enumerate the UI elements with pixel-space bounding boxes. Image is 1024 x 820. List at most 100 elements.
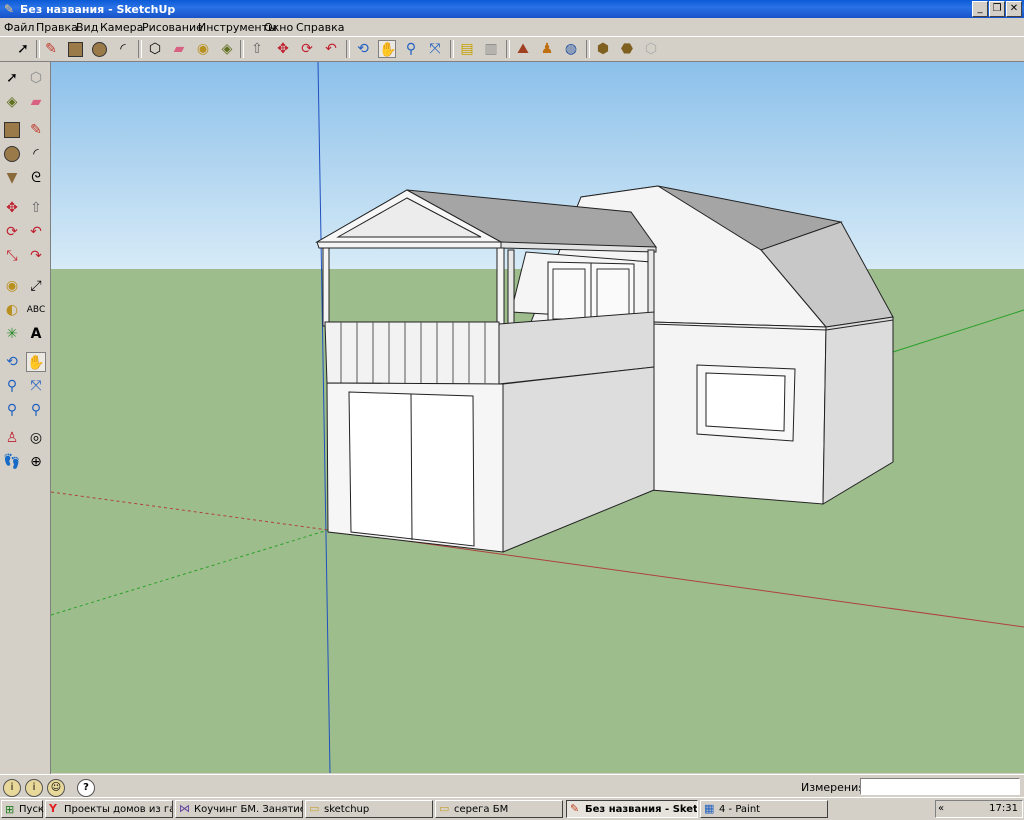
orbit-icon[interactable]: ⟲ bbox=[354, 40, 372, 58]
axes-icon[interactable]: ✳ bbox=[2, 324, 22, 344]
tape-measure-icon[interactable]: ◉ bbox=[194, 40, 212, 58]
offset-icon[interactable]: ↷ bbox=[26, 246, 46, 266]
next-view-icon[interactable]: ▥ bbox=[482, 40, 500, 58]
measurements-input[interactable] bbox=[860, 778, 1020, 795]
menu-camera[interactable]: Камера bbox=[100, 21, 143, 34]
select-icon[interactable]: ➚ bbox=[2, 68, 22, 88]
push-pull-icon[interactable]: ⇧ bbox=[26, 198, 46, 218]
protractor-icon[interactable]: ◐ bbox=[2, 300, 22, 320]
main-toolbar: ➚ ✎ ◜ ⬡ ▰ ◉ ◈ ⇧ ✥ ⟳ ↶ ⟲ ✋ ⚲ ⤧ ▤ ▥ ⛰ ♟ ◍ … bbox=[0, 37, 1024, 62]
sketchup-app-icon: ✎ bbox=[4, 2, 15, 16]
make-component-icon[interactable]: ⬡ bbox=[146, 40, 164, 58]
add-location-icon[interactable]: ⛰ bbox=[514, 40, 532, 58]
zoom-window-icon[interactable]: ⤧ bbox=[26, 376, 46, 396]
rotate-icon[interactable]: ⟳ bbox=[298, 40, 316, 58]
menu-edit[interactable]: Правка bbox=[36, 21, 78, 34]
zoom-icon[interactable]: ⚲ bbox=[402, 40, 420, 58]
balcony-railing bbox=[324, 321, 500, 385]
scale-icon[interactable]: ⤡ bbox=[2, 246, 22, 266]
toolbar-separator bbox=[240, 40, 244, 58]
polygon-icon[interactable]: ▼ bbox=[2, 168, 22, 188]
3d-text-icon[interactable]: A bbox=[26, 324, 46, 344]
toolbar-separator bbox=[586, 40, 590, 58]
push-pull-icon[interactable]: ⇧ bbox=[248, 40, 266, 58]
arc-icon[interactable]: ◜ bbox=[114, 40, 132, 58]
scene-drawing bbox=[51, 62, 1024, 773]
help-icon[interactable]: ? bbox=[77, 779, 95, 797]
move-icon[interactable]: ✥ bbox=[274, 40, 292, 58]
task-sketchup-window[interactable]: ✎ Без названия - Sketc... bbox=[566, 800, 698, 818]
task-serega-folder[interactable]: ▭ серега БМ bbox=[435, 800, 563, 818]
circle-icon[interactable] bbox=[2, 144, 22, 164]
previous-view-icon[interactable]: ▤ bbox=[458, 40, 476, 58]
window-controls: _ ❐ ✕ bbox=[972, 1, 1022, 17]
make-component-icon[interactable]: ⬡ bbox=[26, 68, 46, 88]
task-sketchup-folder[interactable]: ▭ sketchup bbox=[305, 800, 433, 818]
look-around-icon[interactable]: ◎ bbox=[26, 428, 46, 448]
pan-icon[interactable]: ✋ bbox=[26, 352, 46, 372]
dimension-icon[interactable]: ⤢ bbox=[26, 276, 46, 296]
preview-google-earth-icon[interactable]: ◍ bbox=[562, 40, 580, 58]
follow-me-icon[interactable]: ↶ bbox=[322, 40, 340, 58]
toolbar-separator bbox=[450, 40, 454, 58]
toolbar-separator bbox=[36, 40, 40, 58]
zoom-icon[interactable]: ⚲ bbox=[2, 376, 22, 396]
folder-icon: ▭ bbox=[309, 802, 320, 815]
user-icon[interactable]: ☺ bbox=[47, 779, 65, 797]
rotate-icon[interactable]: ⟳ bbox=[2, 222, 22, 242]
rectangle-icon[interactable] bbox=[2, 120, 22, 140]
zoom-extents-icon[interactable]: ⤧ bbox=[426, 40, 444, 58]
tape-measure-icon[interactable]: ◉ bbox=[2, 276, 22, 296]
toolbar-separator bbox=[346, 40, 350, 58]
rectangle-icon[interactable] bbox=[66, 40, 84, 58]
section-plane-icon[interactable]: ⊕ bbox=[26, 452, 46, 472]
text-icon[interactable]: ABC bbox=[26, 300, 46, 320]
menu-window[interactable]: Окно bbox=[264, 21, 293, 34]
menu-draw[interactable]: Рисование bbox=[142, 21, 203, 34]
position-camera-icon[interactable]: ♙ bbox=[2, 428, 22, 448]
visual-studio-icon: ⋈ bbox=[179, 802, 190, 815]
post bbox=[322, 247, 330, 327]
toolbar-separator bbox=[506, 40, 510, 58]
system-tray: « 17:31 bbox=[935, 800, 1023, 818]
share-model-icon[interactable]: ⬣ bbox=[618, 40, 636, 58]
paint-bucket-icon[interactable]: ◈ bbox=[2, 92, 22, 112]
menu-file[interactable]: Файл bbox=[4, 21, 34, 34]
get-models-icon[interactable]: ⬢ bbox=[594, 40, 612, 58]
select-icon[interactable]: ➚ bbox=[14, 40, 32, 58]
post bbox=[647, 249, 655, 315]
menu-view[interactable]: Вид bbox=[76, 21, 98, 34]
geo-location-icon[interactable]: i bbox=[3, 779, 21, 797]
walk-icon[interactable]: 👣 bbox=[2, 452, 22, 472]
pan-icon[interactable]: ✋ bbox=[378, 40, 396, 58]
minimize-button[interactable]: _ bbox=[972, 1, 988, 17]
orbit-icon[interactable]: ⟲ bbox=[2, 352, 22, 372]
zoom-extents-icon[interactable]: ⚲ bbox=[2, 400, 22, 420]
task-paint[interactable]: ▦ 4 - Paint bbox=[700, 800, 828, 818]
freehand-icon[interactable]: ᘓ bbox=[26, 168, 46, 188]
eraser-icon[interactable]: ▰ bbox=[170, 40, 188, 58]
credits-icon[interactable]: i bbox=[25, 779, 43, 797]
arc-icon[interactable]: ◜ bbox=[26, 144, 46, 164]
close-button[interactable]: ✕ bbox=[1006, 1, 1022, 17]
maximize-button[interactable]: ❐ bbox=[989, 1, 1005, 17]
measurements-label: Измерения bbox=[801, 781, 865, 794]
paint-bucket-icon[interactable]: ◈ bbox=[218, 40, 236, 58]
menu-help[interactable]: Справка bbox=[296, 21, 344, 34]
toggle-terrain-icon[interactable]: ♟ bbox=[538, 40, 556, 58]
sketchup-icon: ✎ bbox=[570, 802, 580, 815]
tray-expand-button[interactable]: « bbox=[938, 803, 944, 814]
line-icon[interactable]: ✎ bbox=[26, 120, 46, 140]
eraser-icon[interactable]: ▰ bbox=[26, 92, 46, 112]
follow-me-icon[interactable]: ↶ bbox=[26, 222, 46, 242]
task-coaching[interactable]: ⋈ Коучинг БМ. Занятие ... bbox=[175, 800, 303, 818]
move-icon[interactable]: ✥ bbox=[2, 198, 22, 218]
task-yandex[interactable]: Y Проекты домов из газ... bbox=[45, 800, 173, 818]
clock: 17:31 bbox=[989, 803, 1018, 814]
model-viewport[interactable] bbox=[51, 62, 1024, 773]
line-icon[interactable]: ✎ bbox=[42, 40, 60, 58]
circle-icon[interactable] bbox=[90, 40, 108, 58]
previous-icon[interactable]: ⚲ bbox=[26, 400, 46, 420]
start-button[interactable]: ⊞ Пуск bbox=[1, 800, 44, 818]
warehouse-icon[interactable]: ⬡ bbox=[642, 40, 660, 58]
